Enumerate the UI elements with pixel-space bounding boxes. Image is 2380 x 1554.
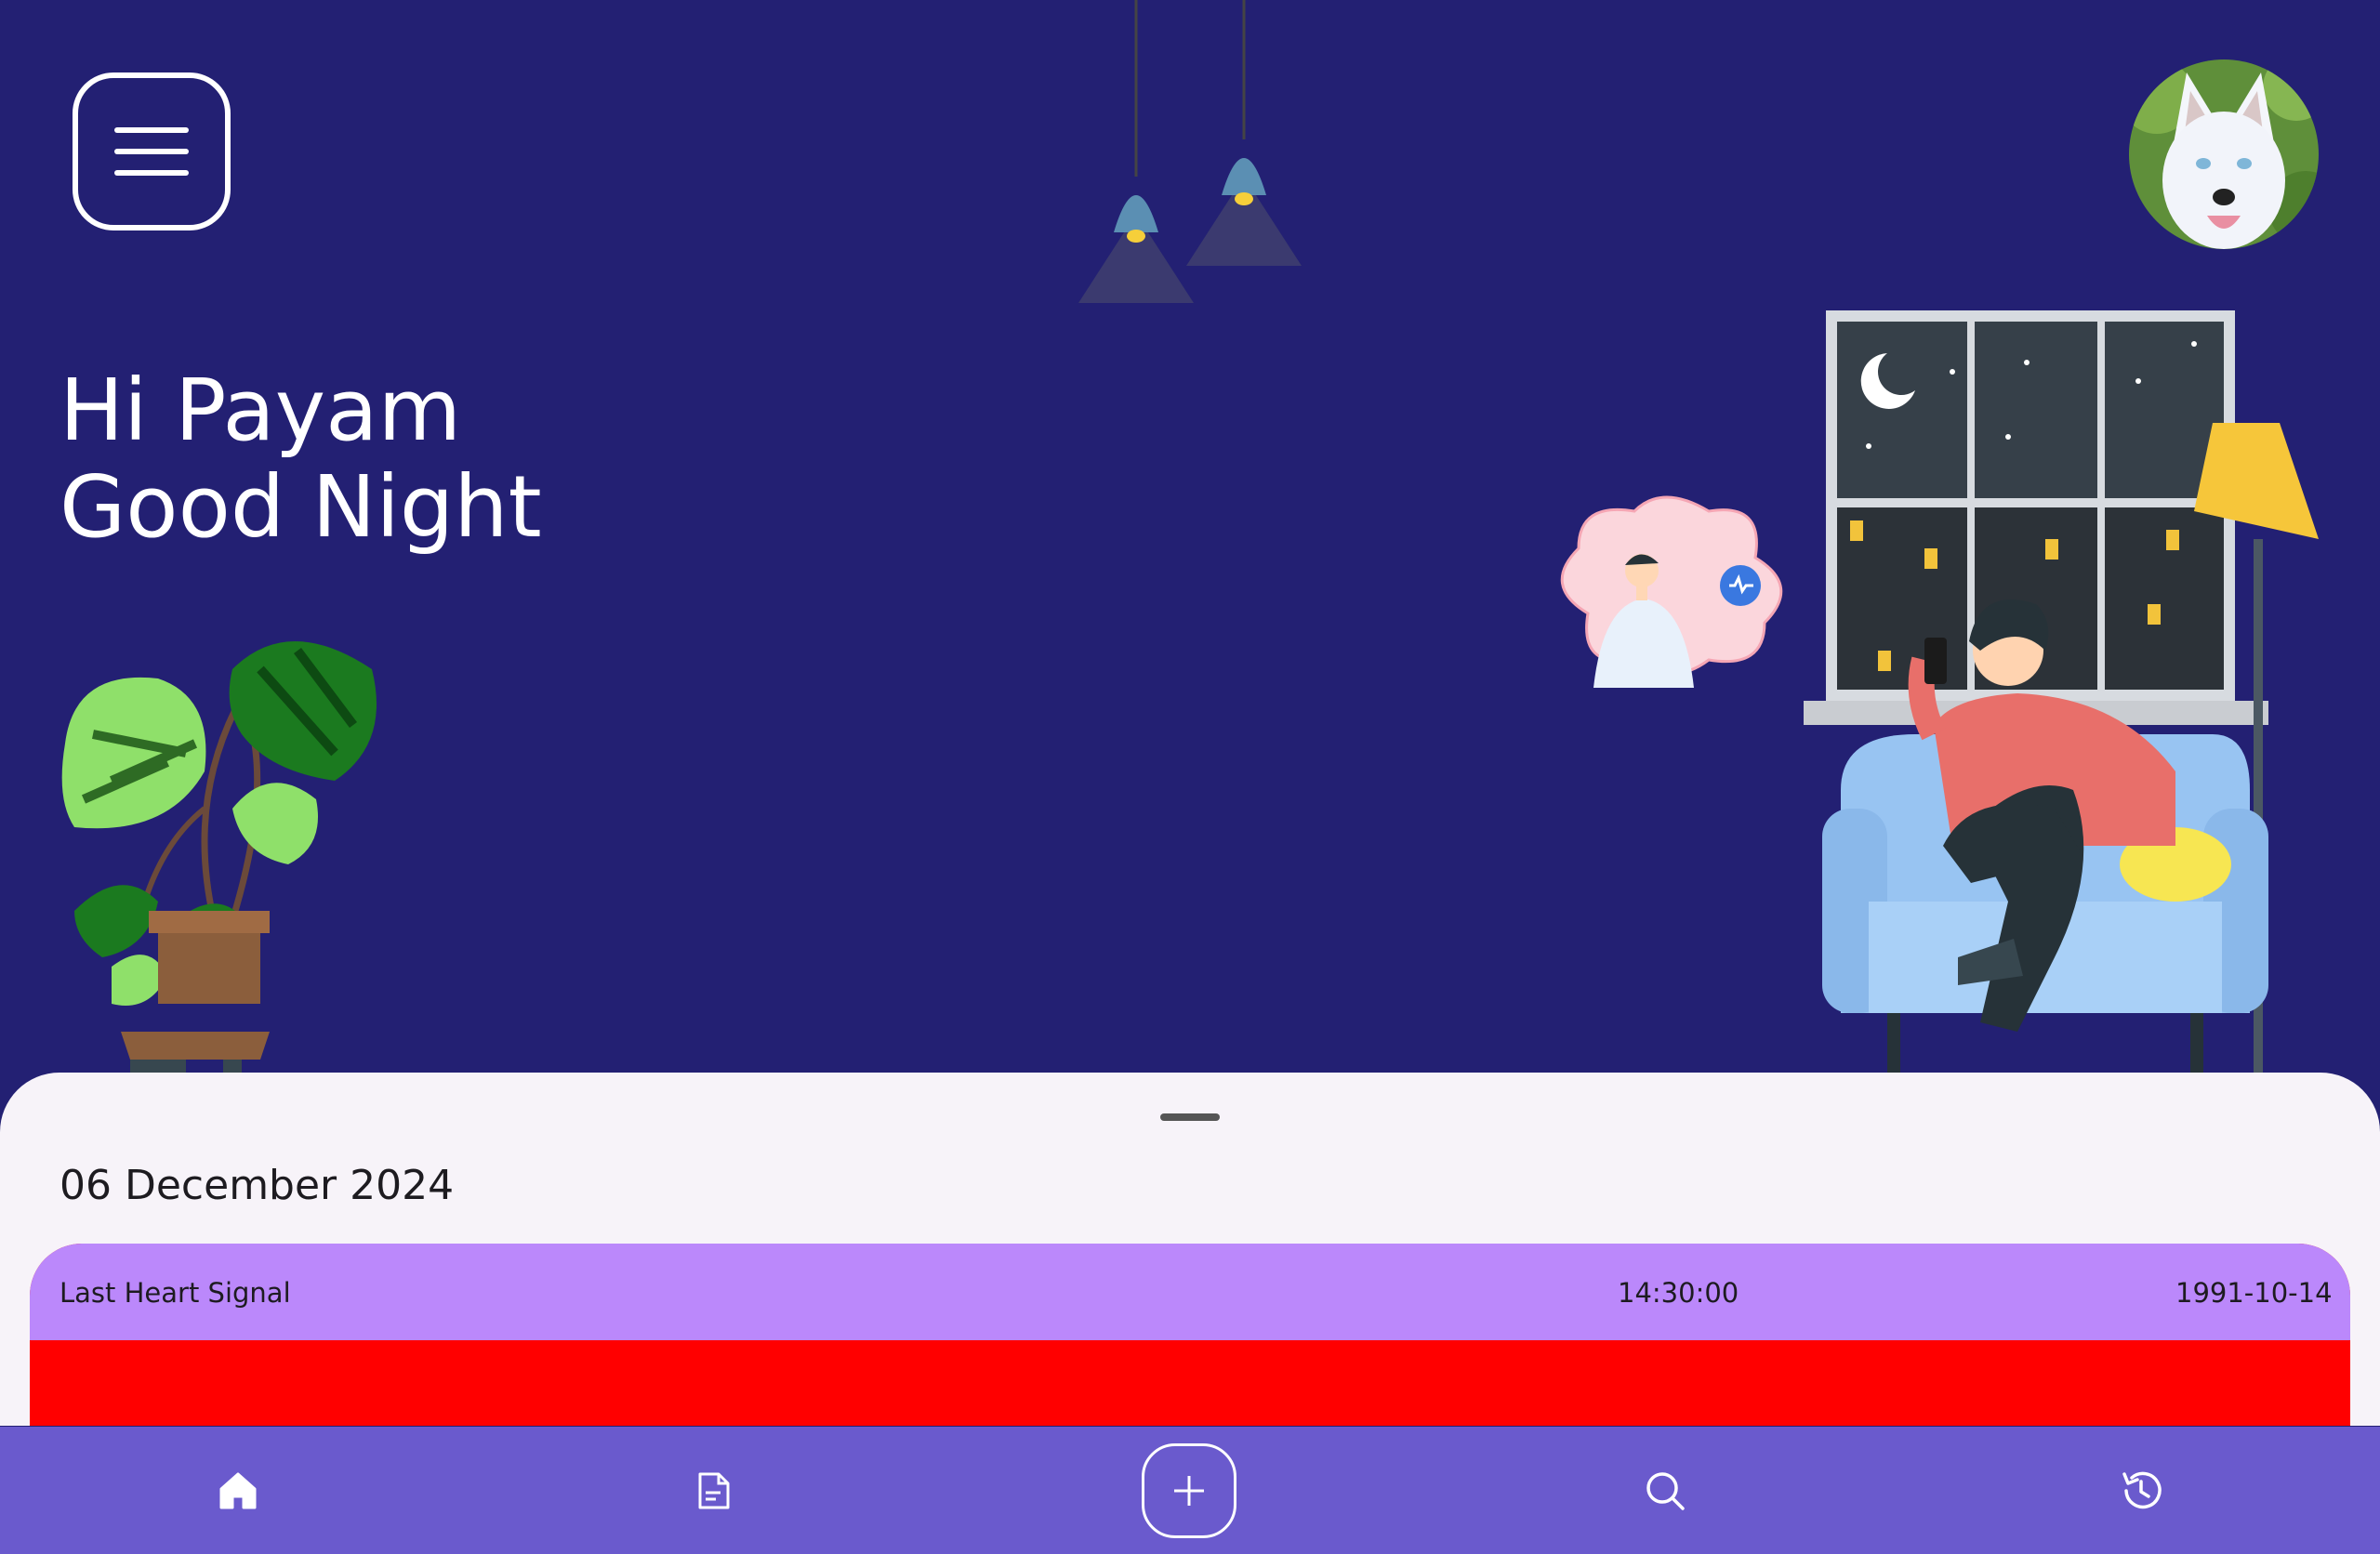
history-icon [2122, 1471, 2162, 1508]
add-icon [1174, 1476, 1204, 1506]
hanging-lamps-illustration [1078, 0, 1302, 303]
document-icon [698, 1472, 730, 1508]
bottom-sheet[interactable]: 06 December 2024 Last Heart Signal 14:30… [0, 1073, 2380, 1426]
doctor-thought-bubble-illustration [1560, 495, 1783, 688]
add-button[interactable] [1142, 1443, 1236, 1538]
heart-signal-date: 1991-10-14 [2175, 1277, 2333, 1309]
bottom-navigation [0, 1427, 2380, 1554]
nav-search[interactable] [1609, 1427, 1721, 1554]
heart-signal-time: 14:30:00 [1618, 1277, 1739, 1309]
nav-home[interactable] [182, 1427, 294, 1554]
heart-signal-card[interactable]: Last Heart Signal 14:30:00 1991-10-14 [30, 1244, 2350, 1426]
menu-button[interactable] [73, 72, 231, 230]
avatar[interactable] [2129, 59, 2319, 249]
home-icon [219, 1472, 257, 1508]
plant-illustration [61, 641, 377, 1078]
person-on-couch-illustration [1804, 310, 2319, 1073]
heart-signal-title: Last Heart Signal [60, 1277, 291, 1309]
greeting-time-of-day: Good Night [60, 457, 542, 557]
heart-signal-status-bar [30, 1340, 2350, 1426]
greeting-name: Hi Payam [60, 361, 462, 460]
sheet-date: 06 December 2024 [60, 1162, 455, 1209]
hamburger-menu-icon [114, 127, 189, 176]
nav-documents[interactable] [657, 1427, 769, 1554]
heart-signal-card-header: Last Heart Signal 14:30:00 1991-10-14 [30, 1244, 2350, 1340]
search-icon [1646, 1471, 1685, 1510]
nav-history[interactable] [2085, 1427, 2197, 1554]
drag-handle[interactable] [1160, 1113, 1220, 1121]
greeting: Hi Payam Good Night [60, 362, 542, 556]
